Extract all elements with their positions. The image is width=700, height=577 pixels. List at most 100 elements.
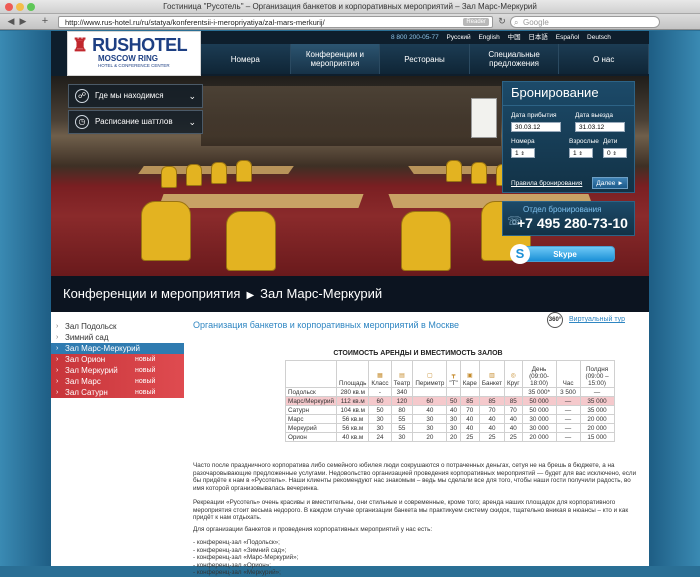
- departure-date-input[interactable]: 31.03.12: [575, 122, 625, 132]
- table-cell: 56 кв.м: [335, 414, 370, 424]
- shuttle-schedule-box[interactable]: ◷ Расписание шаттлов ⌄: [68, 110, 203, 134]
- arrival-date-input[interactable]: 30.03.12: [511, 122, 561, 132]
- table-cell: 30: [446, 423, 461, 433]
- hotel-logo[interactable]: ♜ RUSHOTEL MOSCOW RING HOTEL & CONFERENC…: [67, 31, 201, 76]
- lang-german[interactable]: Deutsch: [587, 34, 611, 41]
- table-cell: 104 кв.м: [335, 405, 370, 415]
- adults-label: Взрослые: [569, 138, 599, 145]
- booking-phone[interactable]: +7 495 280-73-10: [517, 215, 628, 231]
- table-cell: 20: [412, 432, 448, 442]
- skype-button[interactable]: S Skype: [510, 244, 615, 264]
- reload-icon[interactable]: ↻: [497, 16, 507, 27]
- virtual-tour-link[interactable]: 360° Виртуальный тур: [547, 312, 625, 328]
- breadcrumb-section[interactable]: Конференции и мероприятия: [63, 286, 240, 301]
- seating-square-icon: ▣: [466, 373, 473, 379]
- reader-button[interactable]: Reader: [463, 18, 489, 26]
- table-cell: 40: [478, 423, 506, 433]
- table-cell: 30: [368, 414, 392, 424]
- nav-special-offers[interactable]: Специальные предложения: [470, 44, 560, 74]
- menu-item-label: Зимний сад: [65, 333, 109, 342]
- arrival-label: Дата прибытия: [511, 112, 557, 119]
- zoom-window-icon[interactable]: [27, 3, 35, 11]
- breadcrumb: Конференции и мероприятия ▶ Зал Марс-Мерку…: [51, 276, 649, 312]
- arrow-icon: ›: [56, 378, 59, 385]
- table-cell: 50: [446, 396, 461, 406]
- table-cell: [478, 387, 506, 397]
- menu-item-orion[interactable]: › Зал Орион новый: [51, 354, 184, 365]
- where-we-are-box[interactable]: ☍ Где мы находимся ⌄: [68, 84, 203, 108]
- menu-item-saturn[interactable]: › Зал Сатурн новый: [51, 387, 184, 398]
- lang-japanese[interactable]: 日本語: [528, 34, 548, 41]
- table-header: Час: [555, 360, 581, 388]
- arrow-icon: ›: [56, 334, 59, 341]
- table-cell: 50: [368, 405, 392, 415]
- menu-item-label: Зал Подольск: [65, 322, 117, 331]
- menu-item-mars[interactable]: › Зал Марс новый: [51, 376, 184, 387]
- table-cell: Орион: [285, 432, 337, 442]
- left-menu: › Зал Подольск › Зимний сад › Зал Марс-Мерк…: [51, 312, 184, 398]
- search-field[interactable]: ⌕ Google: [510, 16, 660, 28]
- main-nav: Номера Конференции и мероприятия Рестора…: [201, 44, 649, 74]
- table-header: ▦ Класс: [368, 360, 392, 388]
- arrow-icon: ›: [56, 367, 59, 374]
- skype-icon: S: [510, 244, 530, 264]
- close-window-icon[interactable]: [5, 3, 13, 11]
- table-row: Марс 56 кв.м 30 55 30 30 40 40 40 30 000—20 000: [285, 414, 615, 424]
- table-cell: —: [555, 396, 581, 406]
- minimize-window-icon[interactable]: [16, 3, 24, 11]
- nav-conferences[interactable]: Конференции и мероприятия: [290, 44, 381, 74]
- breadcrumb-arrow-icon: ▶: [246, 290, 255, 301]
- paragraph-list-intro: Для организации банкетов и проведения ко…: [193, 526, 433, 533]
- menu-item-podolsk[interactable]: › Зал Подольск: [51, 321, 184, 332]
- menu-item-mars-mercury[interactable]: › Зал Марс-Меркурий: [51, 343, 184, 354]
- back-icon[interactable]: ◀: [6, 16, 16, 27]
- arrow-icon: ›: [56, 389, 59, 396]
- table-header: День (09:00-18:00): [521, 360, 557, 388]
- rooms-select[interactable]: 1 ⇕: [511, 148, 535, 158]
- forward-icon[interactable]: ▶: [18, 16, 28, 27]
- lang-english[interactable]: English: [478, 34, 499, 41]
- table-cell: [446, 387, 461, 397]
- table-cell: Марс/Меркурий: [285, 396, 337, 406]
- window-title-bar: Гостиница "Русотель" – Организация банке…: [0, 0, 700, 14]
- menu-item-label: Зал Сатурн: [65, 388, 108, 397]
- table-row: Сатурн 104 кв.м 50 80 40 40 70 70 70 50 000—35 00…: [285, 405, 615, 415]
- new-badge: новый: [135, 356, 156, 363]
- table-cell: —: [555, 432, 581, 442]
- children-select[interactable]: 0 ⇕: [603, 148, 627, 158]
- add-bookmark-icon[interactable]: +: [40, 16, 50, 27]
- table-cell: 40 кв.м: [335, 432, 370, 442]
- table-cell: Подольск: [285, 387, 337, 397]
- adults-select[interactable]: 1 ⇕: [569, 148, 593, 158]
- breadcrumb-current: Зал Марс-Меркурий: [260, 286, 383, 301]
- seating-t-icon: ┳: [451, 373, 456, 379]
- page-title: Организация банкетов и корпоративных мер…: [193, 320, 460, 330]
- table-cell: 85: [504, 396, 523, 406]
- booking-next-button[interactable]: Далее ►: [592, 177, 628, 189]
- booking-rules-link[interactable]: Правила бронирования: [511, 180, 582, 187]
- table-header: ▤ Театр: [390, 360, 414, 388]
- venue-list: - конференц-зал «Подольск»; - конференц-…: [193, 539, 643, 577]
- table-cell: 112 кв.м: [335, 396, 370, 406]
- where-label: Где мы находимся: [95, 91, 164, 100]
- virtual-tour-label: Виртуальный тур: [569, 316, 625, 323]
- stepper-icon: ⇕: [612, 151, 617, 157]
- table-cell: 20 000: [521, 432, 557, 442]
- nav-restaurants[interactable]: Рестораны: [380, 44, 470, 74]
- logo-tag: HOTEL & CONFERENCE CENTER: [98, 63, 170, 68]
- menu-item-mercury[interactable]: › Зал Меркурий новый: [51, 365, 184, 376]
- lang-russian[interactable]: Русский: [447, 34, 471, 41]
- lang-spanish[interactable]: Español: [556, 34, 580, 41]
- departure-label: Дата выезда: [575, 112, 614, 119]
- table-header: ◎ Круг: [504, 360, 523, 388]
- nav-about[interactable]: О нас: [559, 44, 649, 74]
- menu-item-winter-garden[interactable]: › Зимний сад: [51, 332, 184, 343]
- booking-dept-box: ☏ Отдел бронирования +7 495 280-73-10: [502, 201, 635, 236]
- shuttle-label: Расписание шаттлов: [95, 117, 173, 126]
- url-text: http://www.rus-hotel.ru/ru/statya/konfer…: [65, 18, 325, 27]
- lang-chinese[interactable]: 中国: [508, 34, 521, 41]
- address-bar[interactable]: http://www.rus-hotel.ru/ru/statya/konfer…: [58, 16, 493, 28]
- nav-rooms[interactable]: Номера: [201, 44, 291, 74]
- logo-sub: MOSCOW RING: [98, 54, 158, 63]
- table-row: Подольск 280 кв.м -340 35 000* 3 500—: [285, 387, 615, 397]
